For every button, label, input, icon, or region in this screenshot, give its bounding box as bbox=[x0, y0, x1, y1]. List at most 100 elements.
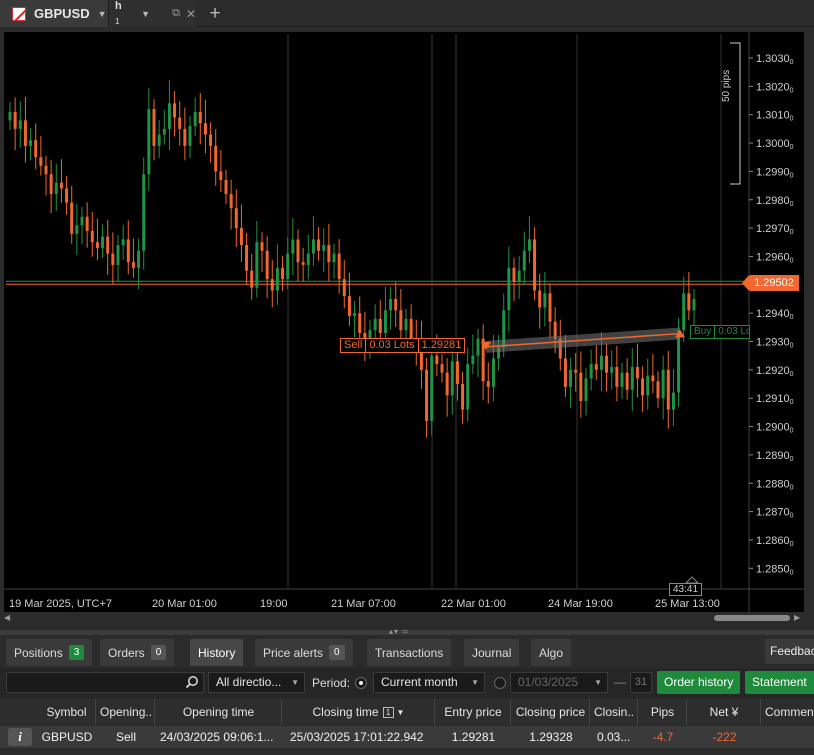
timeframe-tab[interactable]: h 1 ▼ ⧉ ✕ bbox=[108, 0, 196, 27]
tab-orders-label: Orders bbox=[108, 645, 145, 660]
price-chart[interactable]: 1.30300 1.30200 1.30100 1.30000 1.29900 1.298… bbox=[4, 32, 804, 612]
gbp-flag-icon bbox=[12, 6, 26, 21]
scrollbar-thumb[interactable] bbox=[714, 615, 790, 621]
col-opening-time[interactable]: Opening time bbox=[156, 699, 282, 725]
search-icon[interactable] bbox=[185, 675, 199, 689]
date-from-chevron-icon: ▼ bbox=[594, 678, 602, 687]
col-opening-direction[interactable]: Opening.. bbox=[97, 699, 155, 725]
candle-body bbox=[440, 364, 444, 373]
candle-body bbox=[85, 216, 89, 231]
trade-panel-tabs: Positions 3 Orders 0 History Price alert… bbox=[0, 637, 814, 667]
candle-body bbox=[543, 293, 547, 308]
price-axis-label: 1.29400 bbox=[756, 308, 794, 321]
col-closing-qty[interactable]: Closin.. bbox=[591, 699, 638, 725]
table-row[interactable]: i GBPUSD Sell 24/03/2025 09:06:1... 25/0… bbox=[0, 726, 814, 748]
candle-body bbox=[291, 239, 295, 254]
candle-body bbox=[399, 310, 403, 331]
period-custom-radio[interactable] bbox=[494, 677, 506, 689]
symbol-tab[interactable]: GBPUSD ▼ bbox=[0, 0, 108, 27]
direction-select[interactable]: All directio... ▼ bbox=[208, 672, 305, 693]
col-entry-price[interactable]: Entry price bbox=[436, 699, 511, 725]
candle-body bbox=[358, 313, 362, 333]
col-closing-price[interactable]: Closing price bbox=[512, 699, 590, 725]
sort-desc-icon[interactable]: ▼ bbox=[397, 708, 405, 717]
candle-body bbox=[527, 239, 531, 251]
chevron-down-icon[interactable]: ▼ bbox=[98, 9, 107, 19]
buy-trade-marker[interactable]: Buy 0.03 Lo bbox=[690, 325, 750, 339]
calendar-icon[interactable]: 31 bbox=[630, 672, 652, 693]
candle-body bbox=[296, 239, 300, 263]
add-chart-tab-icon[interactable]: + bbox=[200, 0, 230, 27]
candle-body bbox=[193, 111, 197, 127]
feedback-button[interactable]: Feedbac bbox=[765, 639, 814, 664]
candle-body bbox=[353, 313, 357, 316]
tab-positions[interactable]: Positions 3 bbox=[6, 639, 93, 666]
candle-body bbox=[435, 355, 439, 365]
close-icon[interactable]: ✕ bbox=[186, 7, 196, 21]
tab-algo[interactable]: Algo bbox=[531, 639, 572, 666]
price-axis-label: 1.29700 bbox=[756, 223, 794, 236]
tab-journal[interactable]: Journal bbox=[464, 639, 520, 666]
candle-body bbox=[173, 103, 177, 118]
candle-body bbox=[517, 270, 521, 282]
col-comment[interactable]: Commen bbox=[762, 699, 814, 725]
cell-opening-time: 24/03/2025 09:06:1... bbox=[160, 730, 274, 744]
period-current-radio[interactable] bbox=[355, 677, 367, 689]
splitter-grip-icon[interactable]: ▴▾ ═ bbox=[389, 627, 409, 636]
col-pips[interactable]: Pips bbox=[639, 699, 687, 725]
popout-icon[interactable]: ⧉ bbox=[172, 7, 180, 20]
candle-body bbox=[229, 194, 233, 209]
tab-orders[interactable]: Orders 0 bbox=[100, 639, 175, 666]
candle-body bbox=[610, 367, 614, 373]
search-field[interactable] bbox=[6, 672, 204, 693]
order-history-button[interactable]: Order history bbox=[657, 671, 741, 694]
candle-body bbox=[54, 182, 58, 195]
panel-splitter[interactable]: ▴▾ ═ bbox=[0, 627, 814, 636]
tab-price-alerts-label: Price alerts bbox=[263, 645, 324, 660]
tab-history[interactable]: History bbox=[190, 639, 244, 666]
date-range-separator: — bbox=[614, 675, 626, 689]
candle-body bbox=[548, 293, 552, 322]
candle-body bbox=[491, 358, 495, 387]
timeframe-label[interactable]: h 1 bbox=[115, 0, 129, 26]
candle-body bbox=[178, 117, 182, 129]
candle-body bbox=[49, 174, 53, 195]
search-input[interactable] bbox=[7, 673, 177, 692]
chart-canvas[interactable]: 1.30300 1.30200 1.30100 1.30000 1.29900 1.298… bbox=[4, 32, 804, 612]
tab-price-alerts[interactable]: Price alerts 0 bbox=[255, 639, 353, 666]
scroll-left-icon[interactable]: ◀ bbox=[4, 613, 10, 622]
col-net[interactable]: Net ¥ bbox=[688, 699, 761, 725]
candle-body bbox=[322, 245, 326, 251]
candle-body bbox=[70, 202, 74, 234]
col-symbol[interactable]: Symbol bbox=[38, 699, 96, 725]
tab-transactions[interactable]: Transactions bbox=[367, 639, 452, 666]
price-axis-label: 1.29000 bbox=[756, 422, 794, 435]
direction-value: All directio... bbox=[216, 675, 282, 689]
timeframe-chevron-icon[interactable]: ▼ bbox=[141, 9, 150, 19]
candle-body bbox=[65, 188, 69, 203]
candle-body bbox=[301, 262, 305, 265]
candle-body bbox=[450, 361, 454, 396]
candle-body bbox=[378, 318, 382, 333]
period-select[interactable]: Current month ▼ bbox=[373, 672, 485, 693]
period-label: Period: bbox=[312, 676, 351, 690]
info-icon[interactable]: i bbox=[8, 728, 32, 746]
candle-body bbox=[337, 253, 341, 280]
statement-button[interactable]: Statement bbox=[745, 671, 814, 694]
price-axis-label: 1.29800 bbox=[756, 195, 794, 208]
sell-trade-marker[interactable]: Sell 0.03 Lots 1.29281 bbox=[340, 338, 466, 353]
col-closing-time[interactable]: Closing time 1 ▼ bbox=[283, 699, 435, 725]
history-table-header: Symbol Opening.. Opening time Closing ti… bbox=[0, 699, 814, 725]
candle-body bbox=[80, 216, 84, 226]
candle-body bbox=[471, 355, 475, 365]
time-axis-label: 19 Mar 2025, UTC+7 bbox=[9, 598, 112, 610]
scroll-right-icon[interactable]: ▶ bbox=[794, 613, 800, 622]
candle-body bbox=[635, 367, 639, 379]
candle-body bbox=[599, 355, 603, 370]
date-from-picker[interactable]: 01/03/2025 ▼ bbox=[510, 672, 608, 693]
candle-body bbox=[620, 372, 624, 387]
candle-body bbox=[461, 384, 465, 410]
cell-comment bbox=[762, 726, 814, 748]
chart-horizontal-scrollbar[interactable]: ◀ ▶ bbox=[4, 613, 800, 622]
candle-body bbox=[142, 174, 146, 251]
